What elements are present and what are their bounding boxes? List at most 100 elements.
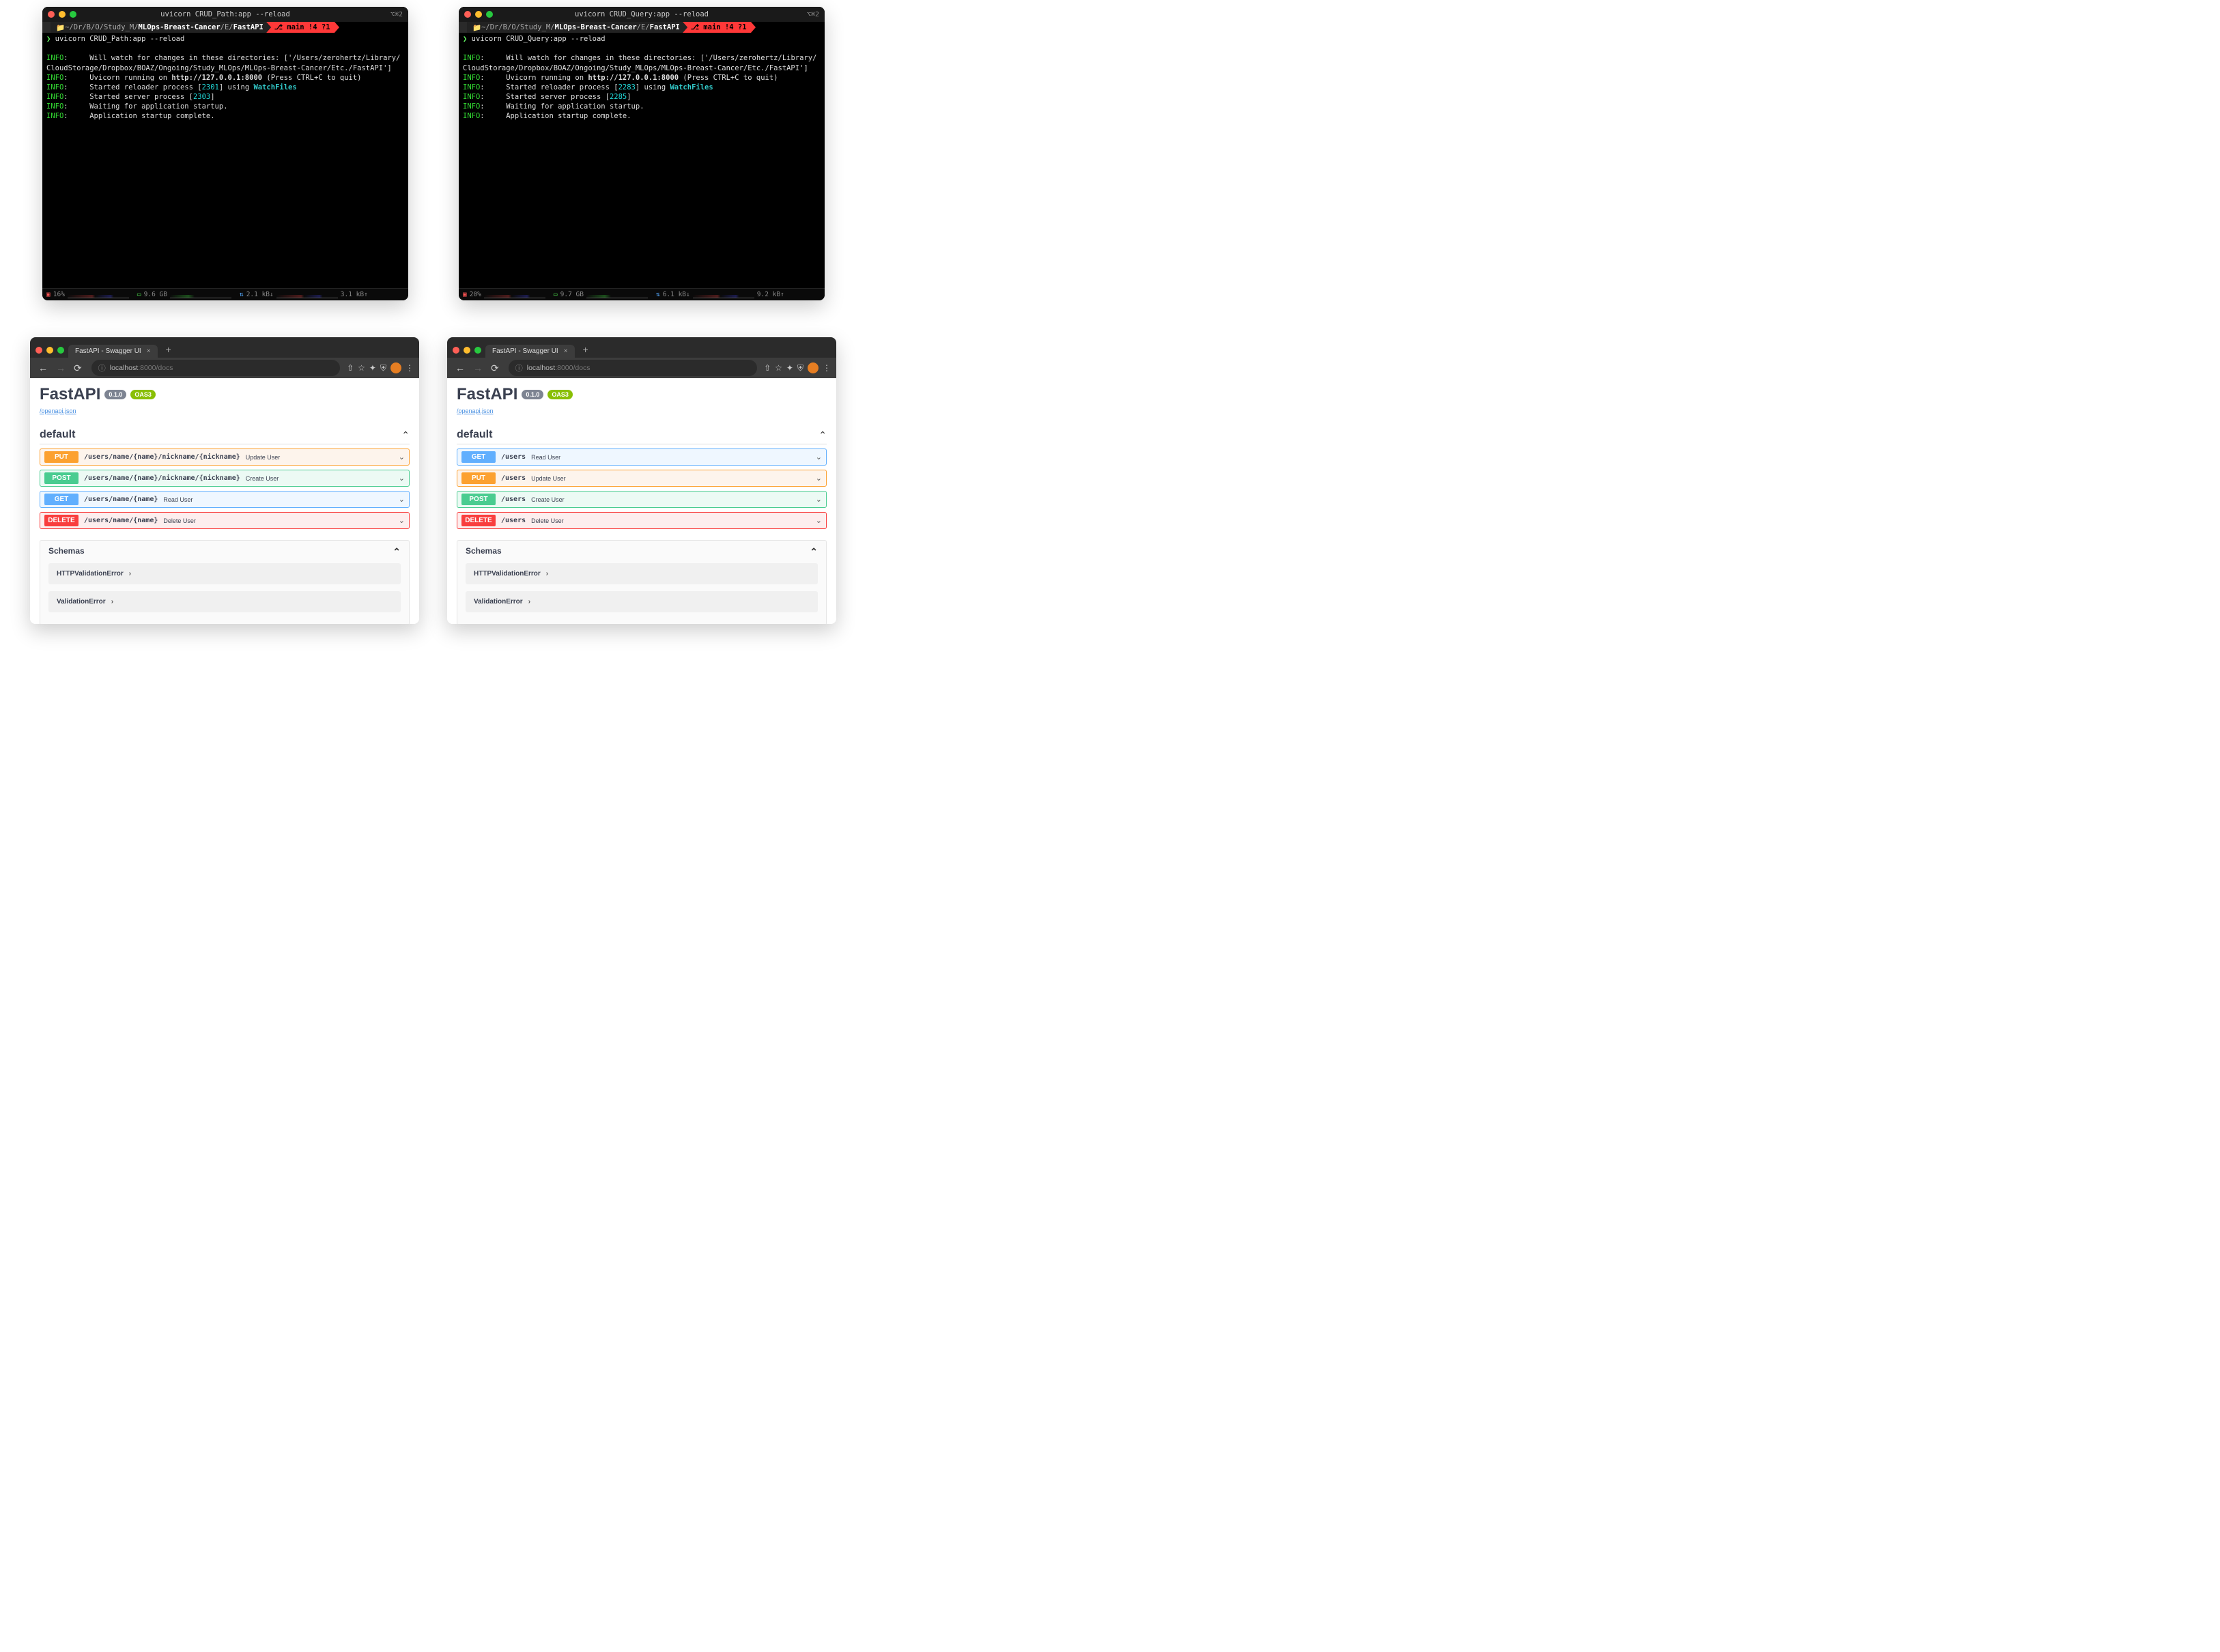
share-icon[interactable]: ⇧ (764, 363, 771, 373)
chevron-down-icon[interactable]: ⌄ (399, 474, 405, 483)
swagger-page[interactable]: FastAPI 0.1.0 OAS3 /openapi.json default… (447, 378, 836, 624)
browser-tab[interactable]: FastAPI - Swagger UI × (485, 345, 575, 358)
chevron-up-icon[interactable]: ⌃ (401, 429, 410, 441)
endpoint-summary: Update User (531, 475, 566, 482)
maximize-icon[interactable] (70, 11, 76, 18)
chevron-right-icon[interactable]: › (546, 570, 548, 578)
terminal-titlebar[interactable]: uvicorn CRUD_Query:app --reload ⌥⌘2 (459, 7, 825, 22)
chevron-up-icon[interactable]: ⌃ (819, 429, 827, 441)
window-traffic-lights[interactable] (35, 347, 68, 358)
swagger-op-delete[interactable]: DELETE/usersDelete User⌄ (457, 512, 827, 529)
forward-button[interactable]: → (470, 361, 485, 375)
shield-icon[interactable]: ⛨ (797, 363, 803, 373)
browser-toolbar[interactable]: ← → ⟳ ⓘ localhost:8000/docs ⇧ ☆ ✦ ⛨ ⋮ (447, 358, 836, 378)
schema-item[interactable]: ValidationError› (48, 591, 401, 612)
menu-icon[interactable]: ⋮ (823, 363, 831, 373)
swagger-section-header[interactable]: default ⌃ (457, 429, 827, 444)
chevron-down-icon[interactable]: ⌄ (816, 495, 822, 504)
minimize-icon[interactable] (46, 347, 53, 354)
openapi-link[interactable]: /openapi.json (457, 408, 494, 414)
tab-close-icon[interactable]: × (147, 347, 151, 355)
terminal-output[interactable]: ❯ uvicorn CRUD_Query:app --reload INFO: … (459, 33, 825, 288)
chevron-down-icon[interactable]: ⌄ (399, 516, 405, 525)
minimize-icon[interactable] (464, 347, 470, 354)
terminal-titlebar[interactable]: uvicorn CRUD_Path:app --reload ⌥⌘2 (42, 7, 408, 22)
profile-avatar[interactable] (808, 362, 819, 373)
schema-item[interactable]: HTTPValidationError› (466, 563, 818, 584)
chevron-down-icon[interactable]: ⌄ (816, 474, 822, 483)
terminal-window-right[interactable]: uvicorn CRUD_Query:app --reload ⌥⌘2 📁 ~/… (459, 7, 825, 300)
bookmark-icon[interactable]: ☆ (775, 363, 782, 373)
swagger-op-post[interactable]: POST/users/name/{name}/nickname/{nicknam… (40, 470, 410, 487)
chevron-right-icon[interactable]: › (528, 598, 530, 606)
browser-window-left[interactable]: FastAPI - Swagger UI × + ← → ⟳ ⓘ localho… (30, 337, 419, 624)
close-icon[interactable] (48, 11, 55, 18)
browser-window-right[interactable]: FastAPI - Swagger UI × + ← → ⟳ ⓘ localho… (447, 337, 836, 624)
window-traffic-lights[interactable] (453, 347, 485, 358)
cpu-icon: ▣ (463, 291, 467, 298)
forward-button[interactable]: → (53, 361, 68, 375)
url-bar[interactable]: ⓘ localhost:8000/docs (509, 360, 757, 376)
back-button[interactable]: ← (453, 361, 468, 375)
terminal-shortcut: ⌥⌘2 (390, 11, 403, 18)
openapi-link[interactable]: /openapi.json (40, 408, 76, 414)
window-traffic-lights[interactable] (464, 11, 493, 18)
http-method-badge: DELETE (461, 515, 496, 526)
swagger-op-post[interactable]: POST/usersCreate User⌄ (457, 491, 827, 508)
close-icon[interactable] (464, 11, 471, 18)
swagger-op-get[interactable]: GET/usersRead User⌄ (457, 448, 827, 466)
new-tab-button[interactable]: + (578, 344, 594, 358)
swagger-op-put[interactable]: PUT/usersUpdate User⌄ (457, 470, 827, 487)
tab-close-icon[interactable]: × (564, 347, 568, 355)
chevron-up-icon[interactable]: ⌃ (810, 546, 818, 558)
browser-tabbar[interactable]: FastAPI - Swagger UI × + (30, 337, 419, 358)
minimize-icon[interactable] (475, 11, 482, 18)
swagger-op-delete[interactable]: DELETE/users/name/{name}Delete User⌄ (40, 512, 410, 529)
chevron-down-icon[interactable]: ⌄ (399, 495, 405, 504)
new-tab-button[interactable]: + (160, 344, 177, 358)
terminal-output[interactable]: ❯ uvicorn CRUD_Path:app --reload INFO: W… (42, 33, 408, 288)
extensions-icon[interactable]: ✦ (786, 363, 793, 373)
chevron-right-icon[interactable]: › (129, 570, 131, 578)
chevron-down-icon[interactable]: ⌄ (816, 516, 822, 525)
profile-avatar[interactable] (390, 362, 401, 373)
maximize-icon[interactable] (57, 347, 64, 354)
chevron-down-icon[interactable]: ⌄ (816, 453, 822, 461)
endpoint-summary: Delete User (531, 517, 564, 524)
chevron-up-icon[interactable]: ⌃ (393, 546, 401, 558)
oas-badge: OAS3 (547, 390, 573, 399)
reload-button[interactable]: ⟳ (71, 361, 85, 375)
close-icon[interactable] (453, 347, 459, 354)
maximize-icon[interactable] (486, 11, 493, 18)
maximize-icon[interactable] (474, 347, 481, 354)
browser-toolbar[interactable]: ← → ⟳ ⓘ localhost:8000/docs ⇧ ☆ ✦ ⛨ ⋮ (30, 358, 419, 378)
close-icon[interactable] (35, 347, 42, 354)
info-icon[interactable]: ⓘ (515, 362, 523, 373)
swagger-section-header[interactable]: default ⌃ (40, 429, 410, 444)
extensions-icon[interactable]: ✦ (369, 363, 376, 373)
reload-button[interactable]: ⟳ (488, 361, 502, 375)
swagger-op-get[interactable]: GET/users/name/{name}Read User⌄ (40, 491, 410, 508)
share-icon[interactable]: ⇧ (347, 363, 354, 373)
swagger-op-put[interactable]: PUT/users/name/{name}/nickname/{nickname… (40, 448, 410, 466)
endpoint-summary: Create User (246, 475, 279, 482)
browser-tabbar[interactable]: FastAPI - Swagger UI × + (447, 337, 836, 358)
schema-item[interactable]: HTTPValidationError› (48, 563, 401, 584)
bookmark-icon[interactable]: ☆ (358, 363, 365, 373)
swagger-page[interactable]: FastAPI 0.1.0 OAS3 /openapi.json default… (30, 378, 419, 624)
menu-icon[interactable]: ⋮ (405, 363, 414, 373)
terminal-window-left[interactable]: uvicorn CRUD_Path:app --reload ⌥⌘2 📁 ~/D… (42, 7, 408, 300)
endpoint-path: /users (501, 474, 526, 482)
window-traffic-lights[interactable] (48, 11, 76, 18)
back-button[interactable]: ← (35, 361, 51, 375)
shield-icon[interactable]: ⛨ (380, 363, 386, 373)
memory-icon: ▭ (554, 291, 558, 298)
minimize-icon[interactable] (59, 11, 66, 18)
chevron-down-icon[interactable]: ⌄ (399, 453, 405, 461)
url-bar[interactable]: ⓘ localhost:8000/docs (91, 360, 340, 376)
browser-tab[interactable]: FastAPI - Swagger UI × (68, 345, 158, 358)
info-icon[interactable]: ⓘ (98, 362, 106, 373)
schema-item[interactable]: ValidationError› (466, 591, 818, 612)
folder-icon: 📁 (472, 23, 481, 32)
chevron-right-icon[interactable]: › (111, 598, 113, 606)
